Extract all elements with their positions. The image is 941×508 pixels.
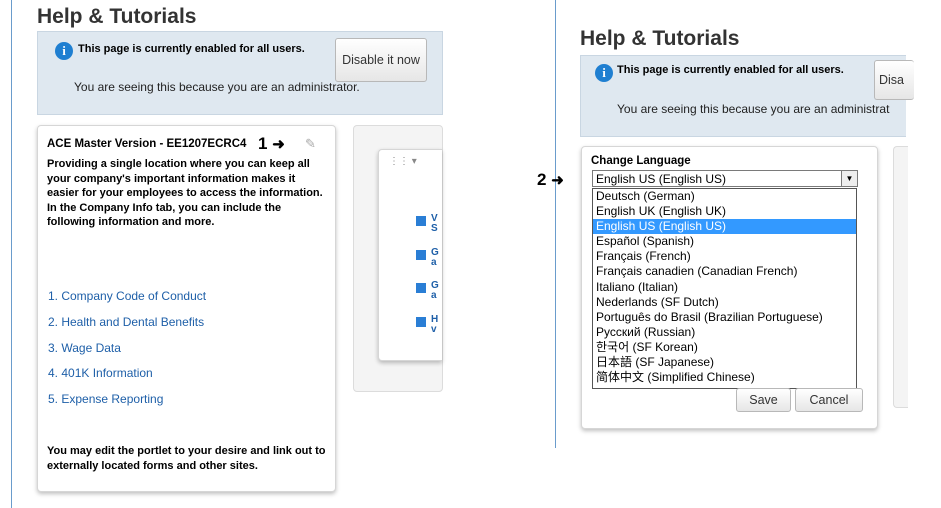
language-option[interactable]: Português do Brasil (Brazilian Portugues… (593, 310, 856, 325)
portlet-tile: ⋮⋮ ▾ VS Ga Ga Hv (378, 149, 442, 361)
background-portlet (893, 146, 908, 408)
tutorial-icon (416, 216, 426, 226)
link-wage-data[interactable]: 3. Wage Data (48, 341, 206, 366)
tutorial-link-stub[interactable]: Ga (431, 248, 439, 268)
language-option[interactable]: 日本語 (SF Japanese) (593, 355, 856, 370)
change-language-portlet: Change Language English US (English US) … (581, 146, 878, 429)
drag-handle-icon[interactable]: ⋮⋮ ▾ (389, 156, 417, 167)
language-option[interactable]: 한국어 (SF Korean) (593, 340, 856, 355)
tutorial-link-stub[interactable]: VS (431, 214, 438, 234)
language-option[interactable]: Deutsch (German) (593, 189, 856, 204)
tutorial-link-stub[interactable]: Ga (431, 281, 439, 301)
banner-sub-message: You are seeing this because you are an a… (617, 102, 890, 116)
link-list: 1. Company Code of Conduct 2. Health and… (48, 289, 206, 418)
edit-icon[interactable]: ✎ (305, 136, 319, 151)
callout-arrow-icon: ➜ (272, 136, 285, 153)
info-icon: i (595, 64, 613, 82)
language-option[interactable]: 简体中文 (Simplified Chinese) (593, 370, 856, 385)
change-language-label: Change Language (591, 155, 691, 167)
link-expense-reporting[interactable]: 5. Expense Reporting (48, 392, 206, 418)
callout-2: 2 ➜ (537, 170, 564, 190)
language-dropdown-list[interactable]: Deutsch (German) English UK (English UK)… (592, 188, 857, 389)
page-title: Help & Tutorials (37, 5, 197, 28)
tutorial-icon (416, 317, 426, 327)
language-option[interactable]: Italiano (Italian) (593, 280, 856, 295)
cancel-button[interactable]: Cancel (795, 388, 863, 412)
disable-it-now-button[interactable]: Disa (874, 60, 914, 100)
callout-number: 1 (258, 134, 268, 153)
link-health-dental-benefits[interactable]: 2. Health and Dental Benefits (48, 315, 206, 341)
portlet-footer-text: You may edit the portlet to your desire … (47, 445, 326, 472)
language-option-selected[interactable]: English US (English US) (593, 219, 856, 235)
language-option[interactable]: Español (Spanish) (593, 234, 856, 249)
portlet-title: ACE Master Version - EE1207ECRC4 (47, 138, 247, 150)
link-company-code-of-conduct[interactable]: 1. Company Code of Conduct (48, 289, 206, 315)
info-icon: i (55, 42, 73, 60)
tutorial-icon (416, 250, 426, 260)
tutorial-icon (416, 283, 426, 293)
link-401k-information[interactable]: 4. 401K Information (48, 366, 206, 392)
callout-number: 2 (537, 170, 547, 189)
page-title: Help & Tutorials (580, 27, 740, 50)
language-select-value: English US (English US) (596, 172, 727, 186)
language-option[interactable]: English UK (English UK) (593, 204, 856, 219)
chevron-down-icon[interactable]: ▼ (841, 171, 857, 186)
callout-arrow-icon: ➜ (551, 172, 564, 189)
language-option[interactable]: Français (French) (593, 249, 856, 264)
admin-banner: i This page is currently enabled for all… (580, 55, 914, 137)
banner-message: This page is currently enabled for all u… (617, 64, 844, 76)
callout-1: 1 ➜ (258, 134, 285, 154)
right-panel-border (555, 0, 556, 448)
company-info-portlet: ACE Master Version - EE1207ECRC4 1 ➜ ✎ P… (37, 125, 336, 492)
tutorial-link-stub[interactable]: Hv (431, 315, 438, 335)
language-option[interactable]: Nederlands (SF Dutch) (593, 295, 856, 310)
portlet-intro-text: Providing a single location where you ca… (47, 158, 323, 228)
language-option[interactable]: Русский (Russian) (593, 325, 856, 340)
language-option[interactable]: Français canadien (Canadian French) (593, 264, 856, 279)
banner-message: This page is currently enabled for all u… (78, 43, 305, 55)
save-button[interactable]: Save (736, 388, 791, 412)
disable-it-now-button[interactable]: Disable it now (335, 38, 427, 82)
banner-sub-message: You are seeing this because you are an a… (74, 80, 360, 94)
admin-banner: i This page is currently enabled for all… (37, 31, 443, 115)
left-panel-border (11, 0, 12, 508)
language-select[interactable]: English US (English US) ▼ (592, 170, 858, 187)
